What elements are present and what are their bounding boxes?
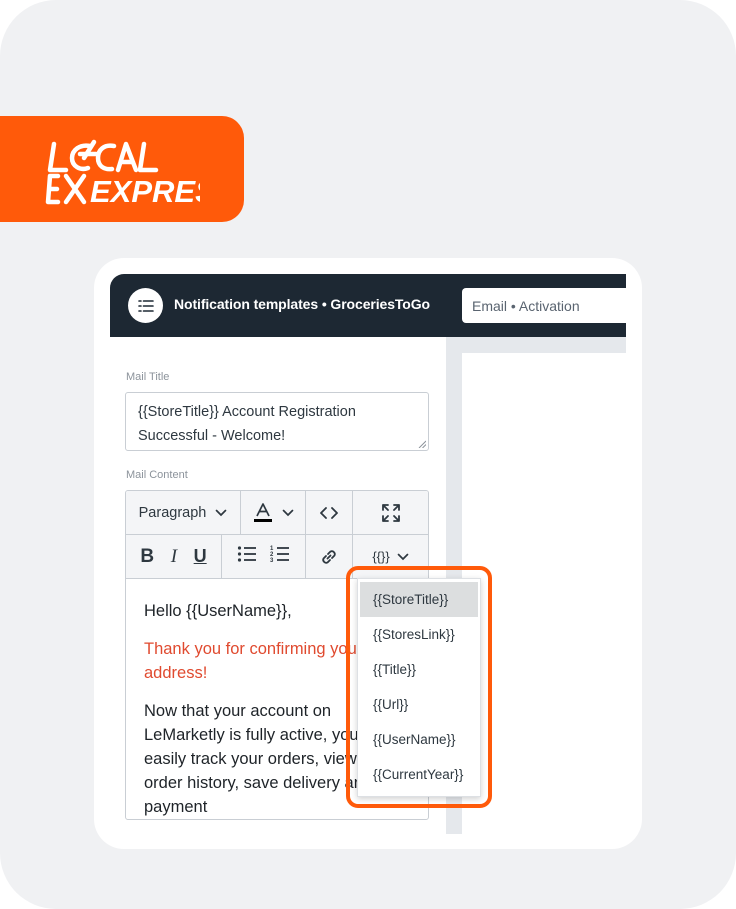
bold-icon: B [140, 545, 155, 567]
mail-title-field[interactable]: {{StoreTitle}} Account Registration Succ… [125, 392, 429, 451]
app-header: Notification templates • GroceriesToGo E… [110, 274, 626, 337]
placeholder-option-current-year[interactable]: {{CurrentYear}} [360, 757, 478, 792]
list-icon [137, 299, 154, 312]
chevron-down-icon [397, 553, 409, 560]
bulleted-list-icon [237, 546, 256, 562]
resize-handle-icon[interactable] [418, 440, 426, 448]
chevron-down-icon [282, 509, 294, 516]
svg-text:EXPRESS: EXPRESS [90, 174, 200, 206]
menu-button[interactable] [128, 288, 163, 323]
placeholder-option-store-title[interactable]: {{StoreTitle}} [360, 582, 478, 617]
numbered-list-icon: 123 [270, 546, 290, 564]
placeholder-option-title[interactable]: {{Title}} [360, 652, 478, 687]
underline-icon: U [193, 546, 207, 566]
code-view-button[interactable] [306, 491, 353, 534]
italic-button[interactable]: I [171, 546, 177, 568]
underline-button[interactable]: U [194, 546, 207, 567]
italic-icon: I [170, 545, 178, 567]
code-icon [320, 506, 338, 519]
placeholder-option-user-name[interactable]: {{UserName}} [360, 722, 478, 757]
text-style-group: B I U [126, 535, 222, 578]
svg-text:3: 3 [270, 558, 274, 563]
logo-mark: EXPRESS [45, 139, 200, 206]
template-select[interactable]: Email • Activation [462, 288, 626, 323]
local-express-logo: EXPRESS [0, 116, 244, 222]
toolbar-row-1: Paragraph [126, 491, 428, 535]
placeholder-menu: {{StoreTitle}} {{StoresLink}} {{Title}} … [357, 578, 481, 797]
placeholder-option-stores-link[interactable]: {{StoresLink}} [360, 617, 478, 652]
expand-icon [381, 503, 400, 522]
fullscreen-button[interactable] [353, 491, 428, 534]
logo-wordmark: EXPRESS [90, 174, 200, 206]
paragraph-format-dropdown[interactable]: Paragraph [126, 491, 241, 534]
font-color-icon [254, 502, 272, 522]
list-group: 123 [222, 535, 306, 578]
link-icon [322, 549, 336, 564]
paragraph-format-label: Paragraph [138, 504, 207, 521]
mail-title-label: Mail Title [126, 371, 170, 383]
page-title: Notification templates • GroceriesToGo [174, 296, 431, 312]
placeholder-option-url[interactable]: {{Url}} [360, 687, 478, 722]
text-color-dropdown[interactable] [241, 491, 306, 534]
bold-button[interactable]: B [140, 546, 154, 568]
mail-title-value: {{StoreTitle}} Account Registration Succ… [138, 404, 356, 444]
mail-content-label: Mail Content [126, 469, 188, 481]
chevron-down-icon [216, 509, 227, 516]
numbered-list-button[interactable]: 123 [270, 545, 290, 568]
link-button[interactable] [306, 535, 353, 578]
bulleted-list-button[interactable] [237, 545, 257, 568]
placeholder-dropdown-label: {{}} [372, 549, 390, 564]
